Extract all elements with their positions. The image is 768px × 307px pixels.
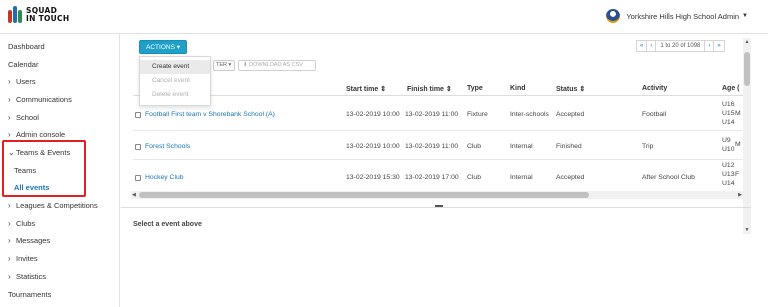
caret-down-icon: ▼ [742,13,748,19]
menu-item-cancel-event[interactable]: Cancel event [140,74,210,88]
age-group: U12 [722,162,735,169]
start-time: 13-02-2019 15:30 [346,174,400,181]
age-group: U14 [722,180,735,187]
chevron-right-icon: › [8,77,11,86]
event-kind: Inter-schools [510,111,549,118]
app-logo[interactable]: SQUAD IN TOUCH [8,6,69,24]
last-page-button[interactable]: » [713,40,725,52]
event-type: Fixture [467,111,488,118]
top-bar: SQUAD IN TOUCH Yorkshire Hills High Scho… [0,0,768,34]
event-kind: Internal [510,174,533,181]
event-name-link[interactable]: Forest Schools [145,143,190,150]
school-crest-icon [606,9,621,23]
event-activity: After School Club [642,174,695,181]
header-age[interactable]: Age ( [722,85,740,92]
finish-time: 13-02-2019 11:00 [405,143,459,150]
horizontal-scrollbar[interactable]: ◀ ▶ [131,191,743,199]
header-type[interactable]: Type [467,85,483,92]
sidebar-item-messages[interactable]: › Messages [8,236,50,245]
scroll-up-icon[interactable]: ▲ [744,39,750,45]
scroll-down-icon[interactable]: ▼ [744,227,750,233]
filter-button[interactable]: TER ▾ [213,60,235,71]
sidebar-item-calendar[interactable]: Calendar [8,60,38,69]
chevron-right-icon: › [8,201,11,210]
splitter-grip-icon[interactable] [435,205,443,207]
age-group: U9 [722,137,731,144]
row-checkbox[interactable] [135,144,141,150]
age-group: U13 [722,171,735,178]
sidebar-item-users[interactable]: › Users [8,77,36,86]
sidebar-item-school[interactable]: › School [8,113,39,122]
vertical-scroll-thumb[interactable] [744,52,750,86]
event-status: Finished [556,143,582,150]
age-group: U10 [722,146,735,153]
age-group: U16 [722,101,735,108]
logo-icon [8,6,22,24]
pane-splitter[interactable] [121,207,751,208]
finish-time: 13-02-2019 11:00 [405,111,459,118]
chevron-right-icon: › [8,254,11,263]
start-time: 13-02-2019 10:00 [346,111,400,118]
menu-item-delete-event[interactable]: Delete event [140,88,210,102]
header-start-time[interactable]: Start time ⇕ [346,85,386,93]
sidebar-item-invites[interactable]: › Invites [8,254,38,263]
row-checkbox[interactable] [135,175,141,181]
event-name-link[interactable]: Hockey Club [145,174,184,181]
chevron-right-icon: › [8,272,11,281]
download-csv-button[interactable]: ⬇ DOWNLOAD AS CSV [238,60,316,71]
logo-text: SQUAD IN TOUCH [26,7,69,23]
main-content: ACTIONS ▾ Create event Cancel event Dele… [121,34,768,307]
user-menu[interactable]: Yorkshire Hills High School Admin ▼ [606,9,748,23]
scroll-left-icon[interactable]: ◀ [132,191,136,199]
finish-time: 13-02-2019 17:00 [405,174,459,181]
event-status: Accepted [556,111,585,118]
sidebar-item-statistics[interactable]: › Statistics [8,272,46,281]
scroll-right-icon[interactable]: ▶ [738,191,742,199]
chevron-right-icon: › [8,130,11,139]
header-divider [133,95,745,96]
age-group: U14 [722,119,735,126]
sidebar-item-tournaments[interactable]: Tournaments [8,290,51,299]
sidebar-item-dashboard[interactable]: Dashboard [8,42,45,51]
pagination: « ‹ 1 to 20 of 1098 › » [636,40,725,52]
start-time: 13-02-2019 10:00 [346,143,400,150]
sidebar-item-admin-console[interactable]: › Admin console [8,130,65,139]
teams-events-highlight [2,140,86,197]
chevron-right-icon: › [8,113,11,122]
chevron-right-icon: › [8,236,11,245]
gender-code: F [735,171,740,178]
sidebar: Dashboard Calendar › Users › Communication… [0,34,120,307]
header-activity[interactable]: Activity [642,85,667,92]
gender-code: M [735,110,741,117]
row-divider [133,159,745,160]
event-type: Club [467,143,481,150]
row-divider [133,130,745,131]
header-status[interactable]: Status ⇕ [556,85,585,93]
event-activity: Trip [642,143,654,150]
vertical-scrollbar[interactable]: ▲ ▼ [743,38,751,234]
page-range: 1 to 20 of 1098 [655,40,706,52]
menu-item-create-event[interactable]: Create event [140,60,210,74]
actions-button[interactable]: ACTIONS ▾ [139,40,187,54]
event-activity: Football [642,111,667,118]
chevron-right-icon: › [8,219,11,228]
chevron-right-icon: › [8,95,11,104]
logo-line-2: IN TOUCH [26,14,70,23]
age-group: U15 [722,110,735,117]
actions-menu: Create event Cancel event Delete event [139,56,211,106]
empty-detail-message: Select a event above [133,221,202,228]
event-type: Club [467,174,481,181]
event-name-link[interactable]: Football First team v Shorebank School (… [145,111,275,118]
event-kind: Internal [510,143,533,150]
header-kind[interactable]: Kind [510,85,526,92]
event-status: Accepted [556,174,585,181]
row-checkbox[interactable] [135,112,141,118]
sidebar-item-leagues[interactable]: › Leagues & Competitions [8,201,98,210]
sidebar-item-clubs[interactable]: › Clubs [8,219,35,228]
sidebar-item-communications[interactable]: › Communications [8,95,72,104]
gender-code: M [735,141,741,148]
horizontal-scroll-thumb[interactable] [139,192,589,198]
header-finish-time[interactable]: Finish time ⇕ [407,85,452,93]
user-name: Yorkshire Hills High School Admin [626,11,740,21]
